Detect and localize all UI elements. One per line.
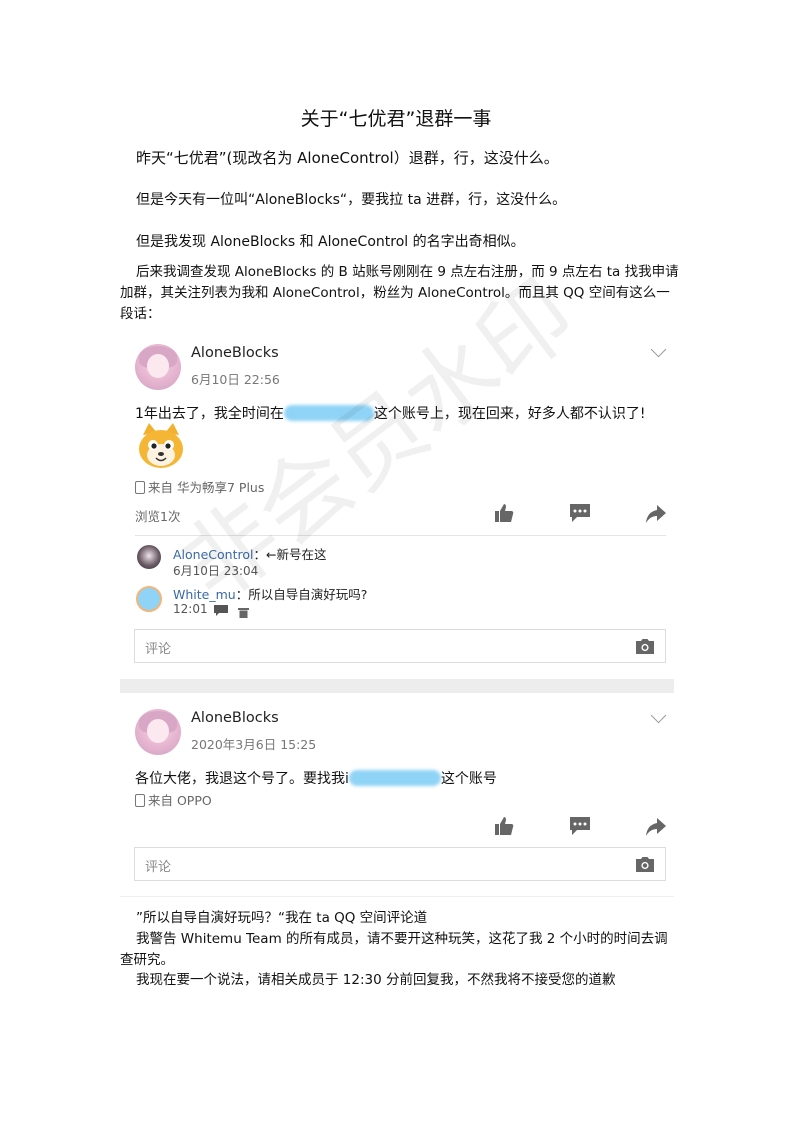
comment-placeholder: 评论	[145, 860, 172, 875]
comment-avatar[interactable]	[137, 545, 161, 569]
paragraph-2: 但是今天有一位叫“AloneBlocks“，要我拉 ta 进群，行，这没什么。	[136, 192, 567, 208]
comment-input[interactable]: 评论	[134, 847, 666, 881]
phone-icon	[135, 794, 145, 807]
post-username[interactable]: AloneBlocks	[191, 345, 279, 361]
comment-avatar[interactable]	[136, 586, 162, 612]
emoji-sticker-icon	[137, 421, 185, 471]
like-icon[interactable]	[494, 503, 514, 523]
avatar[interactable]	[135, 709, 181, 755]
paragraph-3: 但是我发现 AloneBlocks 和 AloneControl 的名字出奇相似…	[136, 234, 525, 250]
like-icon[interactable]	[494, 816, 514, 836]
post-text-before: 各位大佬，我退这个号了。要找我i	[135, 771, 349, 787]
footer-line-1: ”所以自导自演好玩吗？“我在 ta QQ 空间评论道	[136, 910, 428, 926]
avatar[interactable]	[135, 344, 181, 390]
footer-line-3: 我现在要一个说法，请相关成员于 12:30 分前回复我，不然我将不接受您的道歉	[136, 972, 616, 988]
chevron-down-icon[interactable]	[650, 707, 667, 724]
comment-icon[interactable]	[569, 503, 591, 523]
share-icon[interactable]	[645, 817, 667, 837]
comment-icon[interactable]	[569, 816, 591, 836]
redaction-mark	[348, 770, 441, 786]
camera-icon[interactable]	[636, 639, 654, 654]
footer-line-2: 我警告 Whitemu Team 的所有成员，请不要开这种玩笑，这花了我 2 个…	[120, 931, 668, 968]
paragraph-1: 昨天“七优君”(现改名为 AloneControl）退群，行，这没什么。	[136, 149, 559, 167]
comment-input[interactable]: 评论	[134, 629, 666, 663]
paragraph-4: 后来我调查发现 AloneBlocks 的 B 站账号刚刚在 9 点左右注册，而…	[120, 264, 679, 322]
page-title: 关于“七优君”退群一事	[300, 108, 492, 130]
section-separator	[120, 679, 674, 693]
chevron-down-icon[interactable]	[650, 341, 667, 358]
divider	[120, 896, 674, 897]
post-device: 来自 OPPO	[135, 790, 212, 809]
post-time: 6月10日 22:56	[191, 372, 280, 387]
comment-time: 12:01	[173, 602, 208, 616]
post-time: 2020年3月6日 15:25	[191, 737, 317, 752]
device-label: 来自 OPPO	[148, 793, 212, 808]
camera-icon[interactable]	[636, 857, 654, 872]
share-icon[interactable]	[645, 504, 667, 524]
phone-icon	[135, 481, 145, 494]
comment-placeholder: 评论	[145, 642, 172, 657]
post-username[interactable]: AloneBlocks	[191, 710, 279, 726]
post-text: 各位大佬，我退这个号了。要找我i 这个账号	[135, 768, 497, 788]
post-text-after: 这个账号	[440, 771, 497, 787]
post-text-before: 1年出去了，我全时间在	[135, 406, 284, 422]
